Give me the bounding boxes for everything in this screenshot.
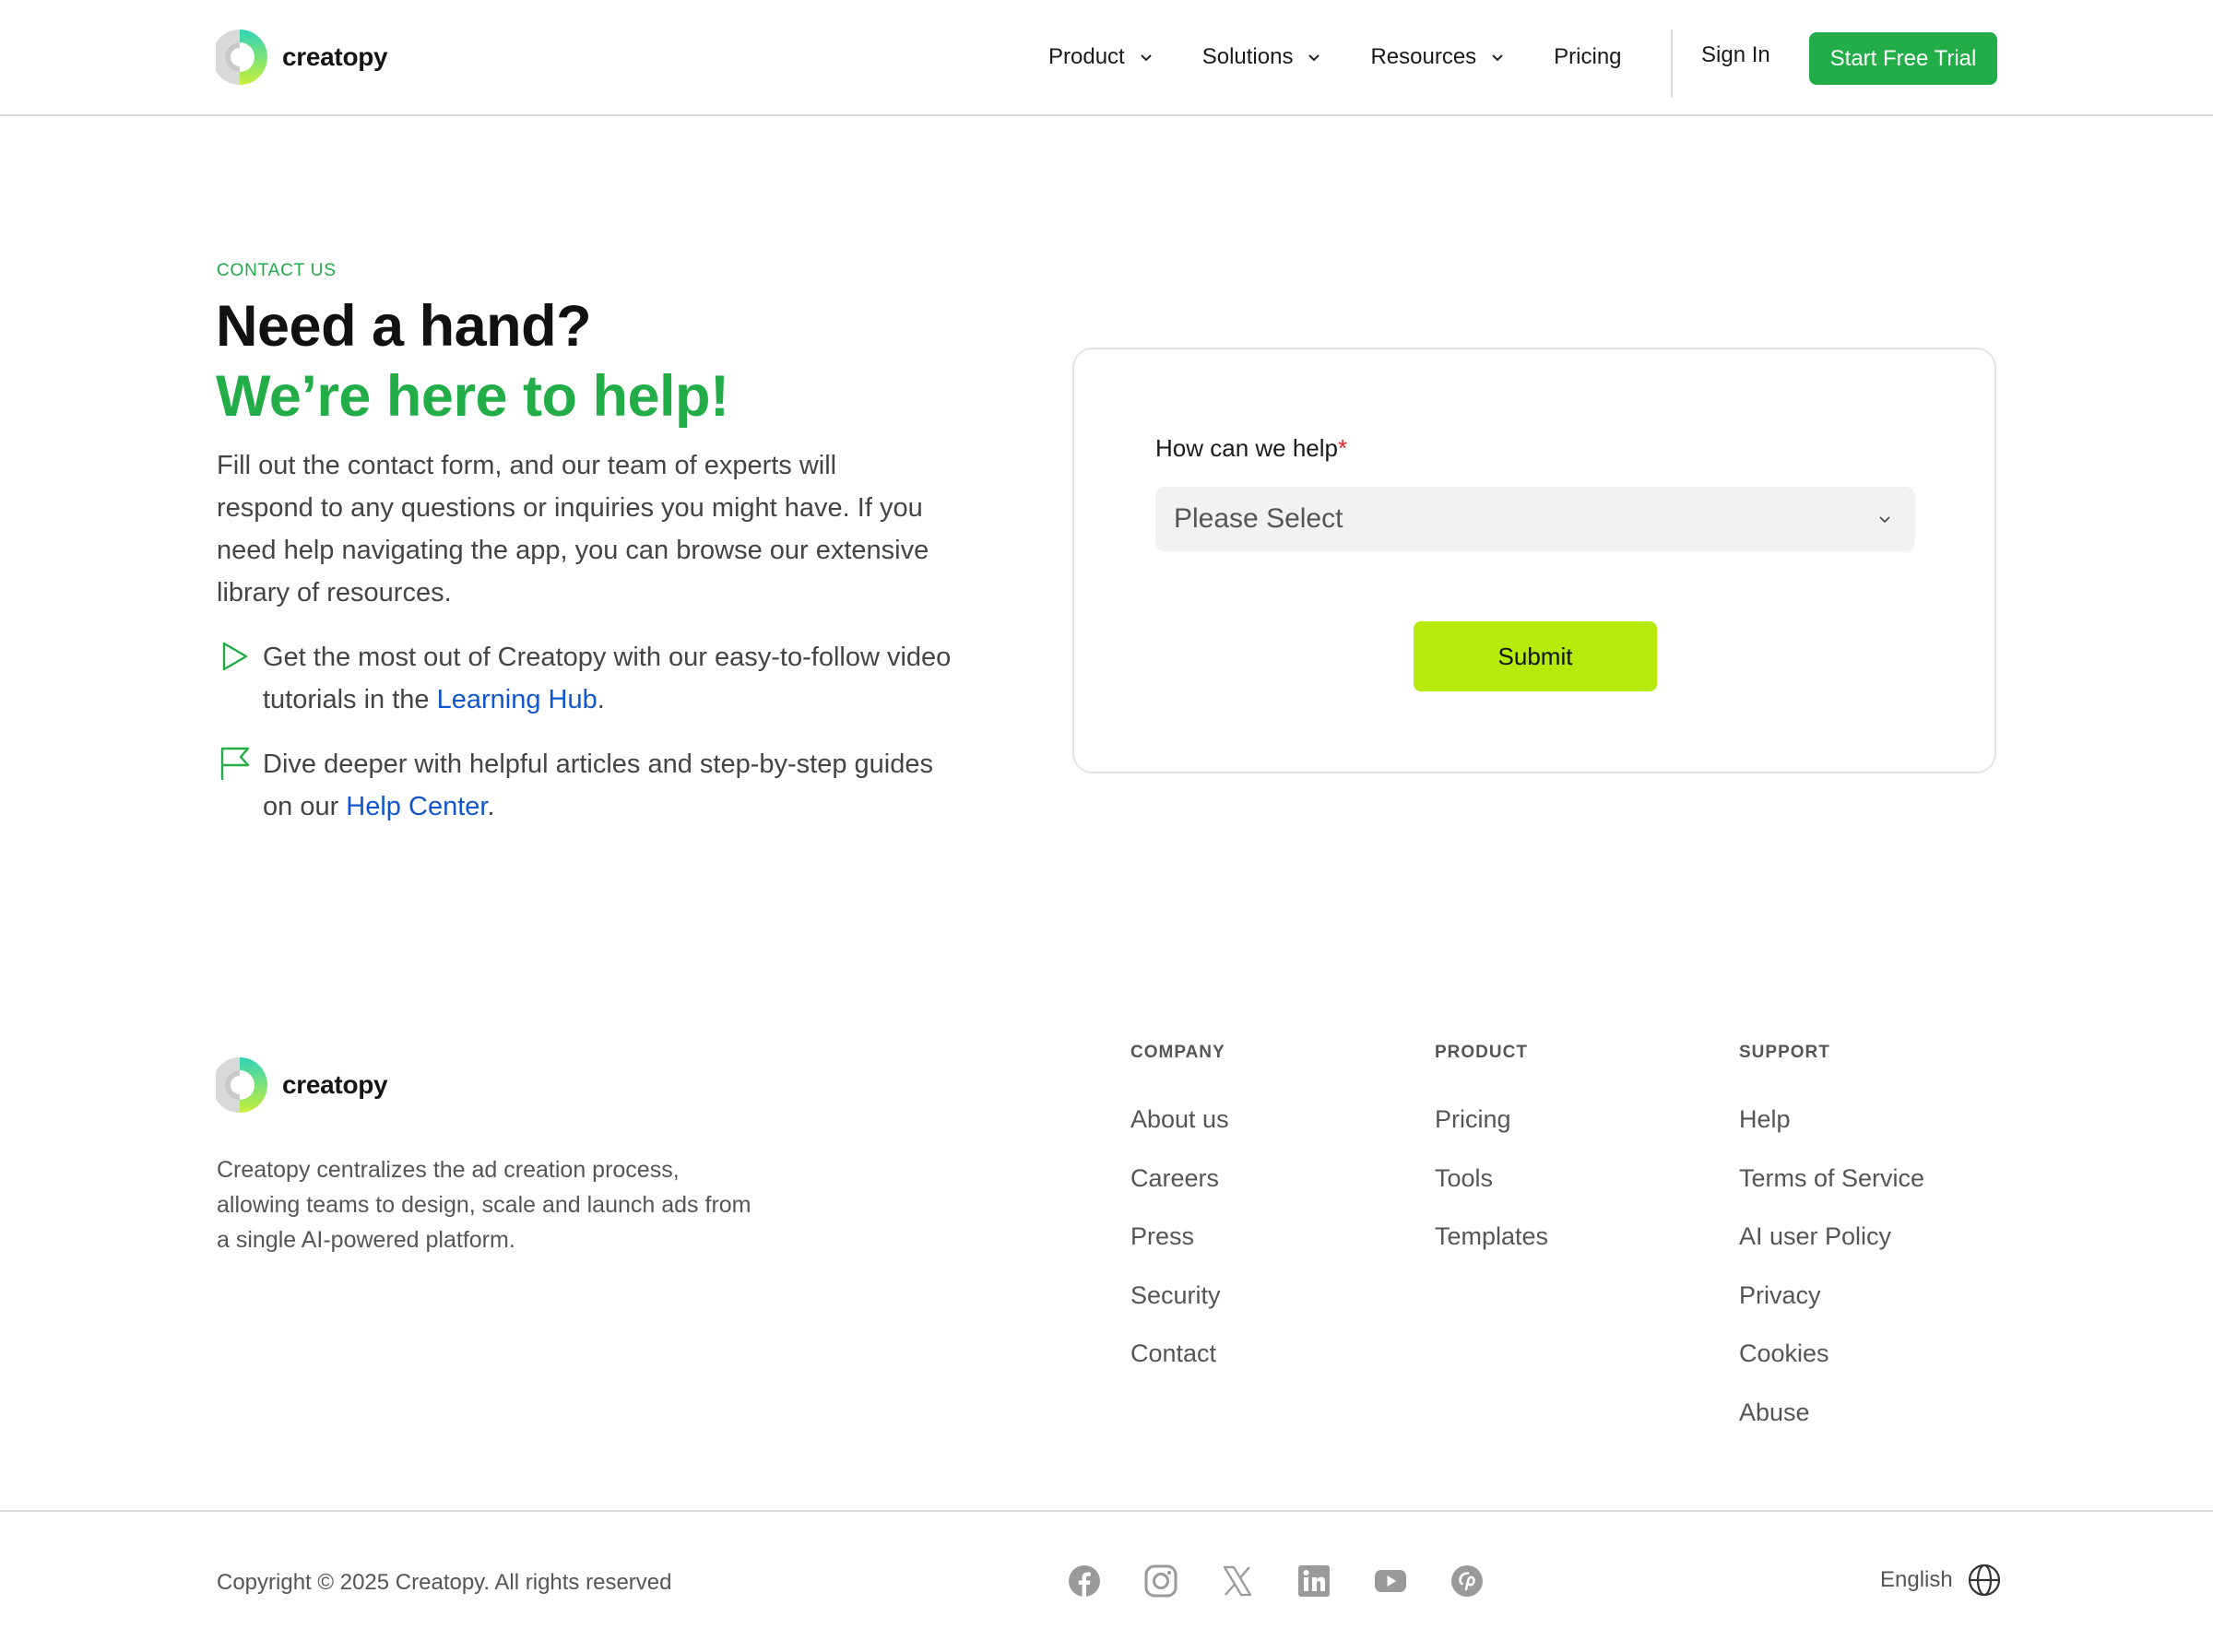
bullet-text-before: Get the most out of Creatopy with our ea… xyxy=(263,643,952,714)
help-topic-select[interactable]: Please Select xyxy=(1155,487,1915,551)
footer-link-templates[interactable]: Templates xyxy=(1435,1222,1548,1281)
chevron-down-icon xyxy=(1308,54,1320,62)
sign-in-link[interactable]: Sign In xyxy=(1701,42,1770,68)
footer-link-security[interactable]: Security xyxy=(1130,1281,1229,1340)
footer-link-cookies[interactable]: Cookies xyxy=(1739,1339,1924,1398)
footer-link-privacy[interactable]: Privacy xyxy=(1739,1281,1924,1340)
headline-primary: Need a hand? xyxy=(216,294,592,359)
language-label: English xyxy=(1880,1567,1953,1592)
help-topic-label-text: How can we help xyxy=(1155,434,1338,462)
main-nav: Product Solutions Resources Pricing xyxy=(1048,39,1622,76)
flag-icon xyxy=(220,747,250,780)
brand-name: creatopy xyxy=(282,1070,388,1099)
footer-logo[interactable]: creatopy xyxy=(216,1050,388,1120)
footer-link-help[interactable]: Help xyxy=(1739,1105,1924,1164)
bullet-learning-hub: Get the most out of Creatopy with our ea… xyxy=(217,636,954,721)
footer-link-ai-policy[interactable]: AI user Policy xyxy=(1739,1222,1924,1281)
nav-pricing-label: Pricing xyxy=(1554,44,1622,69)
nav-divider xyxy=(1671,30,1673,98)
nav-resources[interactable]: Resources xyxy=(1370,39,1506,76)
language-selector[interactable]: English xyxy=(1880,1564,2001,1597)
youtube-icon[interactable] xyxy=(1374,1564,1407,1598)
bullet-help-center: Dive deeper with helpful articles and st… xyxy=(217,743,954,828)
footer-column-company: COMPANY About us Careers Press Security … xyxy=(1130,1043,1229,1398)
footer-column-heading: COMPANY xyxy=(1130,1043,1225,1062)
start-free-trial-button[interactable]: Start Free Trial xyxy=(1809,32,1997,85)
footer-description: Creatopy centralizes the ad creation pro… xyxy=(217,1157,751,1253)
learning-hub-link[interactable]: Learning Hub xyxy=(437,685,598,714)
footer-link-terms[interactable]: Terms of Service xyxy=(1739,1164,1924,1223)
contact-form-card: How can we help* Please Select Submit xyxy=(1072,348,1996,773)
footer-link-pricing[interactable]: Pricing xyxy=(1435,1105,1548,1164)
footer-link-abuse[interactable]: Abuse xyxy=(1739,1398,1924,1457)
bullet-text-after: . xyxy=(597,685,605,714)
pinterest-icon[interactable] xyxy=(1450,1564,1484,1598)
help-topic-label: How can we help* xyxy=(1155,434,1347,463)
x-icon[interactable] xyxy=(1221,1564,1254,1598)
site-header: creatopy Product Solutions Resources Pri… xyxy=(0,0,2213,116)
creatopy-logo-icon xyxy=(216,1057,267,1113)
select-placeholder: Please Select xyxy=(1174,503,1343,534)
intro-text: Fill out the contact form, and our team … xyxy=(217,451,929,608)
chevron-down-icon xyxy=(1492,54,1503,62)
footer-link-press[interactable]: Press xyxy=(1130,1222,1229,1281)
bullet-text: Dive deeper with helpful articles and st… xyxy=(263,743,954,828)
facebook-icon[interactable] xyxy=(1068,1564,1101,1598)
footer-link-careers[interactable]: Careers xyxy=(1130,1164,1229,1223)
footer-link-tools[interactable]: Tools xyxy=(1435,1164,1548,1223)
nav-pricing[interactable]: Pricing xyxy=(1554,39,1621,76)
nav-resources-label: Resources xyxy=(1370,44,1477,69)
nav-solutions-label: Solutions xyxy=(1201,44,1294,69)
help-center-link[interactable]: Help Center xyxy=(346,792,487,821)
brand-name: creatopy xyxy=(282,42,388,71)
bullet-text-after: . xyxy=(487,792,495,821)
footer-link-contact[interactable]: Contact xyxy=(1130,1339,1229,1398)
nav-solutions[interactable]: Solutions xyxy=(1202,39,1323,76)
submit-button[interactable]: Submit xyxy=(1414,621,1657,691)
footer-column-support: SUPPORT Help Terms of Service AI user Po… xyxy=(1739,1043,1924,1457)
nav-product[interactable]: Product xyxy=(1048,39,1154,76)
headline-accent: We’re here to help! xyxy=(216,364,729,429)
contact-eyebrow: CONTACT US xyxy=(217,261,337,280)
creatopy-logo-icon xyxy=(216,30,267,85)
footer-column-heading: PRODUCT xyxy=(1435,1043,1528,1062)
instagram-icon[interactable] xyxy=(1144,1564,1178,1598)
play-icon xyxy=(222,642,248,671)
footer-link-about-us[interactable]: About us xyxy=(1130,1105,1229,1164)
footer-divider xyxy=(0,1510,2213,1512)
header-logo[interactable]: creatopy xyxy=(216,22,388,92)
social-links xyxy=(1068,1564,1527,1598)
chevron-down-icon xyxy=(1141,54,1152,62)
chevron-down-icon xyxy=(1879,516,1890,524)
nav-product-label: Product xyxy=(1048,44,1125,69)
bullet-text: Get the most out of Creatopy with our ea… xyxy=(263,636,954,721)
copyright-text: Copyright © 2025 Creatopy. All rights re… xyxy=(217,1570,672,1595)
linkedin-icon[interactable] xyxy=(1297,1564,1331,1598)
footer-column-product: PRODUCT Pricing Tools Templates xyxy=(1435,1043,1548,1281)
required-mark: * xyxy=(1338,434,1348,462)
footer-column-heading: SUPPORT xyxy=(1739,1043,1830,1062)
globe-icon xyxy=(1968,1564,2000,1597)
